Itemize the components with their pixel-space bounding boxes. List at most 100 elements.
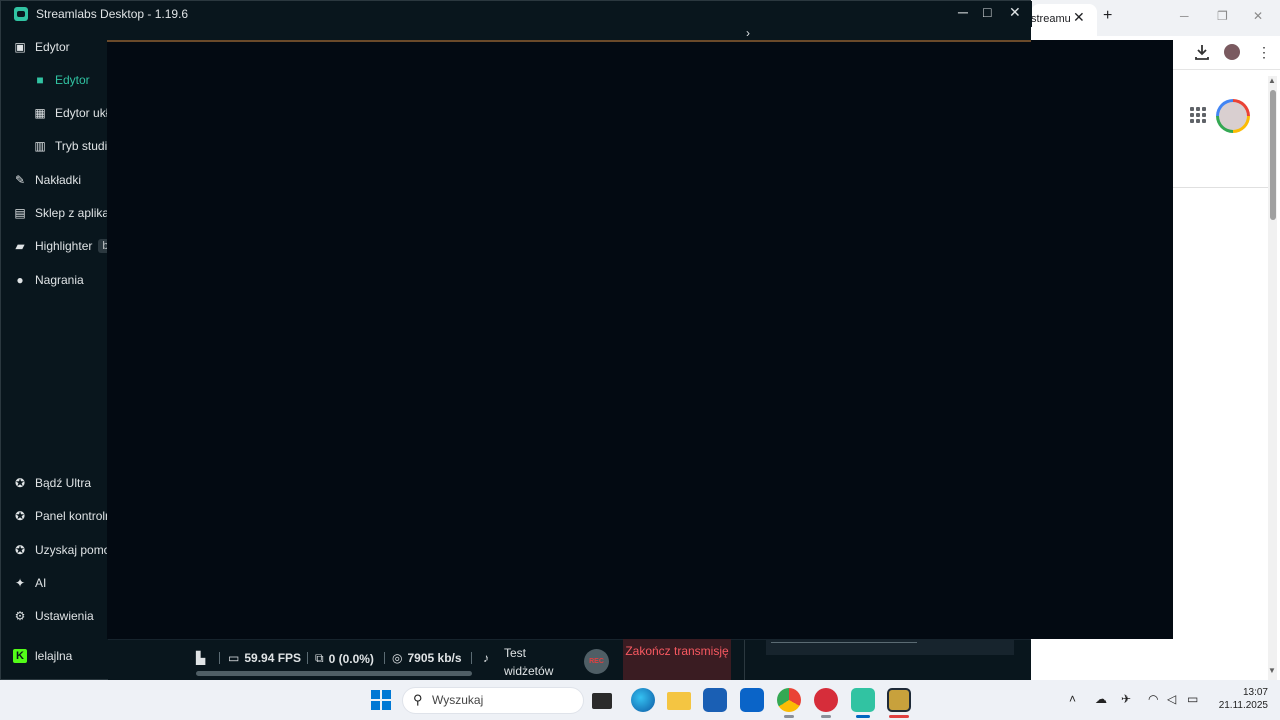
edge-icon[interactable] — [631, 688, 655, 712]
clock[interactable]: 13:07 21.11.2025 — [1204, 686, 1268, 712]
performance-chart-icon[interactable]: ▙ — [196, 651, 205, 665]
google-apps-icon[interactable] — [1190, 107, 1206, 123]
sidebar-item-highlighter[interactable]: ▰ Highlighter b — [13, 235, 108, 257]
divider — [744, 640, 745, 680]
store-app-icon[interactable] — [703, 688, 727, 712]
clock-time: 13:07 — [1242, 687, 1268, 698]
sidebar: ▣ Edytor ■ Edytor ▦ Edytor układu ▥ Tryb… — [1, 27, 108, 679]
window-title: Streamlabs Desktop - 1.19.6 — [36, 7, 189, 21]
close-button[interactable]: ✕ — [1009, 4, 1021, 21]
highlighter-icon: ▰ — [15, 239, 25, 253]
download-icon[interactable] — [1194, 43, 1210, 61]
sidebar-item-editor-sub[interactable]: ■ Edytor — [33, 69, 90, 91]
bitrate-value: 7905 kb/s — [407, 651, 462, 665]
sidebar-item-label: Sklep z aplikacjami — [35, 206, 108, 220]
sidebar-user[interactable]: K lelajlna — [13, 645, 72, 667]
wifi-icon[interactable]: ◠ — [1148, 692, 1158, 706]
sidebar-item-label: Panel kontrolny — [35, 509, 108, 523]
sidebar-item-ultra[interactable]: ✪ Bądź Ultra — [13, 472, 91, 494]
volume-icon[interactable]: ◁ — [1167, 692, 1176, 706]
scroll-up-icon[interactable]: ▲ — [1268, 76, 1276, 85]
bell-icon[interactable]: ♪ — [483, 651, 489, 665]
sidebar-item-label: Nagrania — [35, 273, 84, 287]
sidebar-item-help[interactable]: ✪ Uzyskaj pomoc — [13, 539, 108, 561]
fps-value: 59.94 FPS — [244, 651, 302, 665]
file-explorer-icon[interactable] — [667, 692, 691, 710]
title-bar: Streamlabs Desktop - 1.19.6 ─ □ ✕ — [1, 1, 1032, 27]
sidebar-item-settings[interactable]: ⚙ Ustawienia — [13, 605, 94, 627]
speed-icon: ◎ — [392, 651, 403, 665]
windows-start-icon[interactable] — [371, 690, 391, 710]
battery-icon[interactable]: ▭ — [1187, 692, 1198, 706]
scroll-down-icon[interactable]: ▼ — [1268, 666, 1276, 675]
maximize-button[interactable]: □ — [983, 4, 991, 20]
sidebar-item-label: Tryb studia — [55, 139, 108, 153]
recordings-icon: ● — [16, 273, 24, 287]
frames-icon: ⧉ — [315, 651, 324, 665]
dropped-value: 0 (0.0%) — [328, 651, 374, 666]
end-stream-button[interactable]: Zakończ transmisję — [623, 639, 731, 681]
divider — [471, 652, 472, 664]
task-view-icon[interactable] — [592, 693, 612, 709]
sidebar-item-dashboard[interactable]: ✪ Panel kontrolny — [13, 505, 108, 527]
send-icon[interactable]: ✈ — [1121, 692, 1131, 706]
new-tab-button[interactable]: + — [1103, 7, 1112, 25]
camera-icon: ■ — [36, 73, 44, 87]
help-icon: ✪ — [14, 543, 26, 557]
profile-extension-icon[interactable] — [1224, 44, 1240, 60]
ultra-icon: ✪ — [14, 476, 26, 490]
browser-close-button[interactable]: ✕ — [1253, 9, 1263, 23]
sidebar-item-label: Edytor — [55, 73, 90, 87]
monitor-icon: ▭ — [228, 651, 240, 665]
browser-scrollbar[interactable]: ▲ ▼ — [1268, 76, 1277, 680]
record-button[interactable]: REC — [584, 649, 609, 674]
dropped-frames-stat: ⧉ 0 (0.0%) — [315, 651, 374, 666]
dashboard-icon: ✪ — [14, 509, 26, 523]
sidebar-item-recordings[interactable]: ● Nagrania — [13, 269, 84, 291]
sidebar-item-editor[interactable]: ▣ Edytor — [13, 36, 69, 58]
browser-minimize-button[interactable]: ─ — [1180, 9, 1189, 23]
preview-overlay[interactable] — [107, 40, 1173, 639]
footer-panel-line — [771, 642, 917, 643]
divider — [307, 652, 308, 664]
sidebar-item-overlays[interactable]: ✎ Nakładki — [13, 169, 81, 191]
attention-indicator — [889, 715, 909, 718]
sidebar-item-label: Nakładki — [35, 173, 82, 187]
browser-tab[interactable]: streamu ✕ — [1031, 4, 1097, 36]
sidebar-item-app-store[interactable]: ▤ Sklep z aplikacjami — [13, 202, 108, 224]
clock-date: 21.11.2025 — [1218, 700, 1268, 711]
sidebar-item-label: Highlighter — [35, 239, 93, 253]
streamlabs-taskbar-icon[interactable] — [851, 688, 875, 712]
sidebar-item-label: Bądź Ultra — [35, 476, 92, 490]
minimize-button[interactable]: ─ — [958, 4, 968, 20]
scroll-thumb[interactable] — [1270, 90, 1276, 220]
running-indicator — [784, 715, 794, 718]
screen: streamu ✕ + ─ ❐ ✕ ⋮ ▲ ▼ Streamlabs Deskt… — [0, 0, 1280, 720]
footer-scrollbar[interactable] — [196, 671, 472, 676]
chevron-up-icon[interactable]: ˄ — [1069, 692, 1076, 706]
top-strip — [108, 27, 1031, 41]
browser-tab-bar: streamu ✕ + ─ ❐ ✕ — [1031, 0, 1280, 36]
layout-grid-icon: ▦ — [34, 106, 46, 120]
divider — [384, 652, 385, 664]
avatar-image — [1219, 102, 1247, 130]
test-widgets-button[interactable]: Test widżetów — [504, 644, 564, 680]
user-name: lelajlna — [35, 649, 73, 663]
sidebar-item-ai[interactable]: ✦ AI — [13, 572, 46, 594]
browser-tab-title: streamu — [1031, 13, 1071, 25]
cloud-icon[interactable]: ☁ — [1095, 692, 1107, 706]
chevron-right-icon[interactable]: › — [746, 26, 750, 40]
sparkle-icon: ✦ — [14, 576, 26, 590]
chrome-icon[interactable] — [777, 688, 801, 712]
taskbar-search[interactable] — [402, 687, 584, 714]
red-app-icon[interactable] — [814, 688, 838, 712]
browser-maximize-button[interactable]: ❐ — [1217, 9, 1228, 23]
sidebar-item-layout-editor[interactable]: ▦ Edytor układu — [33, 102, 108, 124]
outlook-icon[interactable] — [740, 688, 764, 712]
sidebar-item-studio-mode[interactable]: ▥ Tryb studia — [33, 135, 108, 157]
tab-close-icon[interactable]: ✕ — [1073, 9, 1085, 26]
browser-menu-icon[interactable]: ⋮ — [1257, 44, 1271, 61]
search-placeholder[interactable]: Wyszukaj — [432, 693, 483, 707]
game-icon[interactable] — [887, 688, 911, 712]
preview-top-line — [107, 40, 1031, 42]
